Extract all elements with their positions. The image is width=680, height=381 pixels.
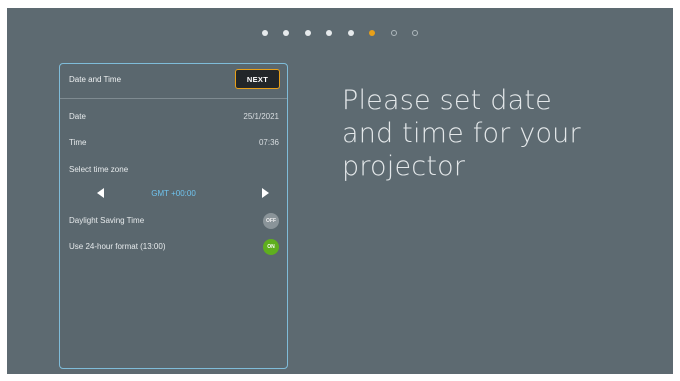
next-button[interactable]: NEXT: [235, 69, 280, 89]
daylight-saving-row[interactable]: Daylight Saving Time OFF: [69, 213, 279, 229]
step-indicator: [7, 30, 673, 36]
date-label: Date: [69, 112, 86, 121]
step-dot: [283, 30, 290, 36]
time-row[interactable]: Time 07:36: [69, 138, 279, 147]
triangle-right-icon[interactable]: [262, 188, 269, 198]
date-row[interactable]: Date 25/1/2021: [69, 112, 279, 121]
panel-header: Date and Time NEXT: [60, 64, 287, 99]
instruction-message: Please set date and time for your projec…: [342, 84, 642, 183]
hour-format-toggle[interactable]: ON: [263, 239, 279, 255]
hour-format-row[interactable]: Use 24-hour format (13:00) ON: [69, 239, 279, 255]
message-line-3: projector: [342, 151, 466, 182]
time-value: 07:36: [258, 138, 279, 147]
date-value: 25/1/2021: [243, 112, 279, 121]
hour-format-label: Use 24-hour format (13:00): [69, 242, 166, 251]
date-time-panel: Date and Time NEXT Date 25/1/2021 Time 0…: [59, 63, 288, 369]
setup-screen: Date and Time NEXT Date 25/1/2021 Time 0…: [7, 8, 673, 374]
timezone-row: Select time zone: [69, 165, 279, 174]
panel-title: Date and Time: [69, 75, 122, 84]
step-dot: [412, 30, 419, 36]
daylight-saving-label: Daylight Saving Time: [69, 216, 145, 225]
timezone-label: Select time zone: [69, 165, 129, 174]
step-dot: [326, 30, 333, 36]
step-dot: [261, 30, 268, 36]
step-dot: [347, 30, 354, 36]
daylight-saving-toggle[interactable]: OFF: [263, 213, 279, 229]
step-dot: [390, 30, 397, 36]
timezone-selector: GMT +00:00: [60, 188, 287, 202]
timezone-value[interactable]: GMT +00:00: [60, 189, 287, 198]
time-label: Time: [69, 138, 87, 147]
message-line-2: and time for your: [342, 118, 581, 149]
message-line-1: Please set date: [342, 85, 552, 116]
step-dot-current: [369, 30, 376, 36]
step-dot: [304, 30, 311, 36]
